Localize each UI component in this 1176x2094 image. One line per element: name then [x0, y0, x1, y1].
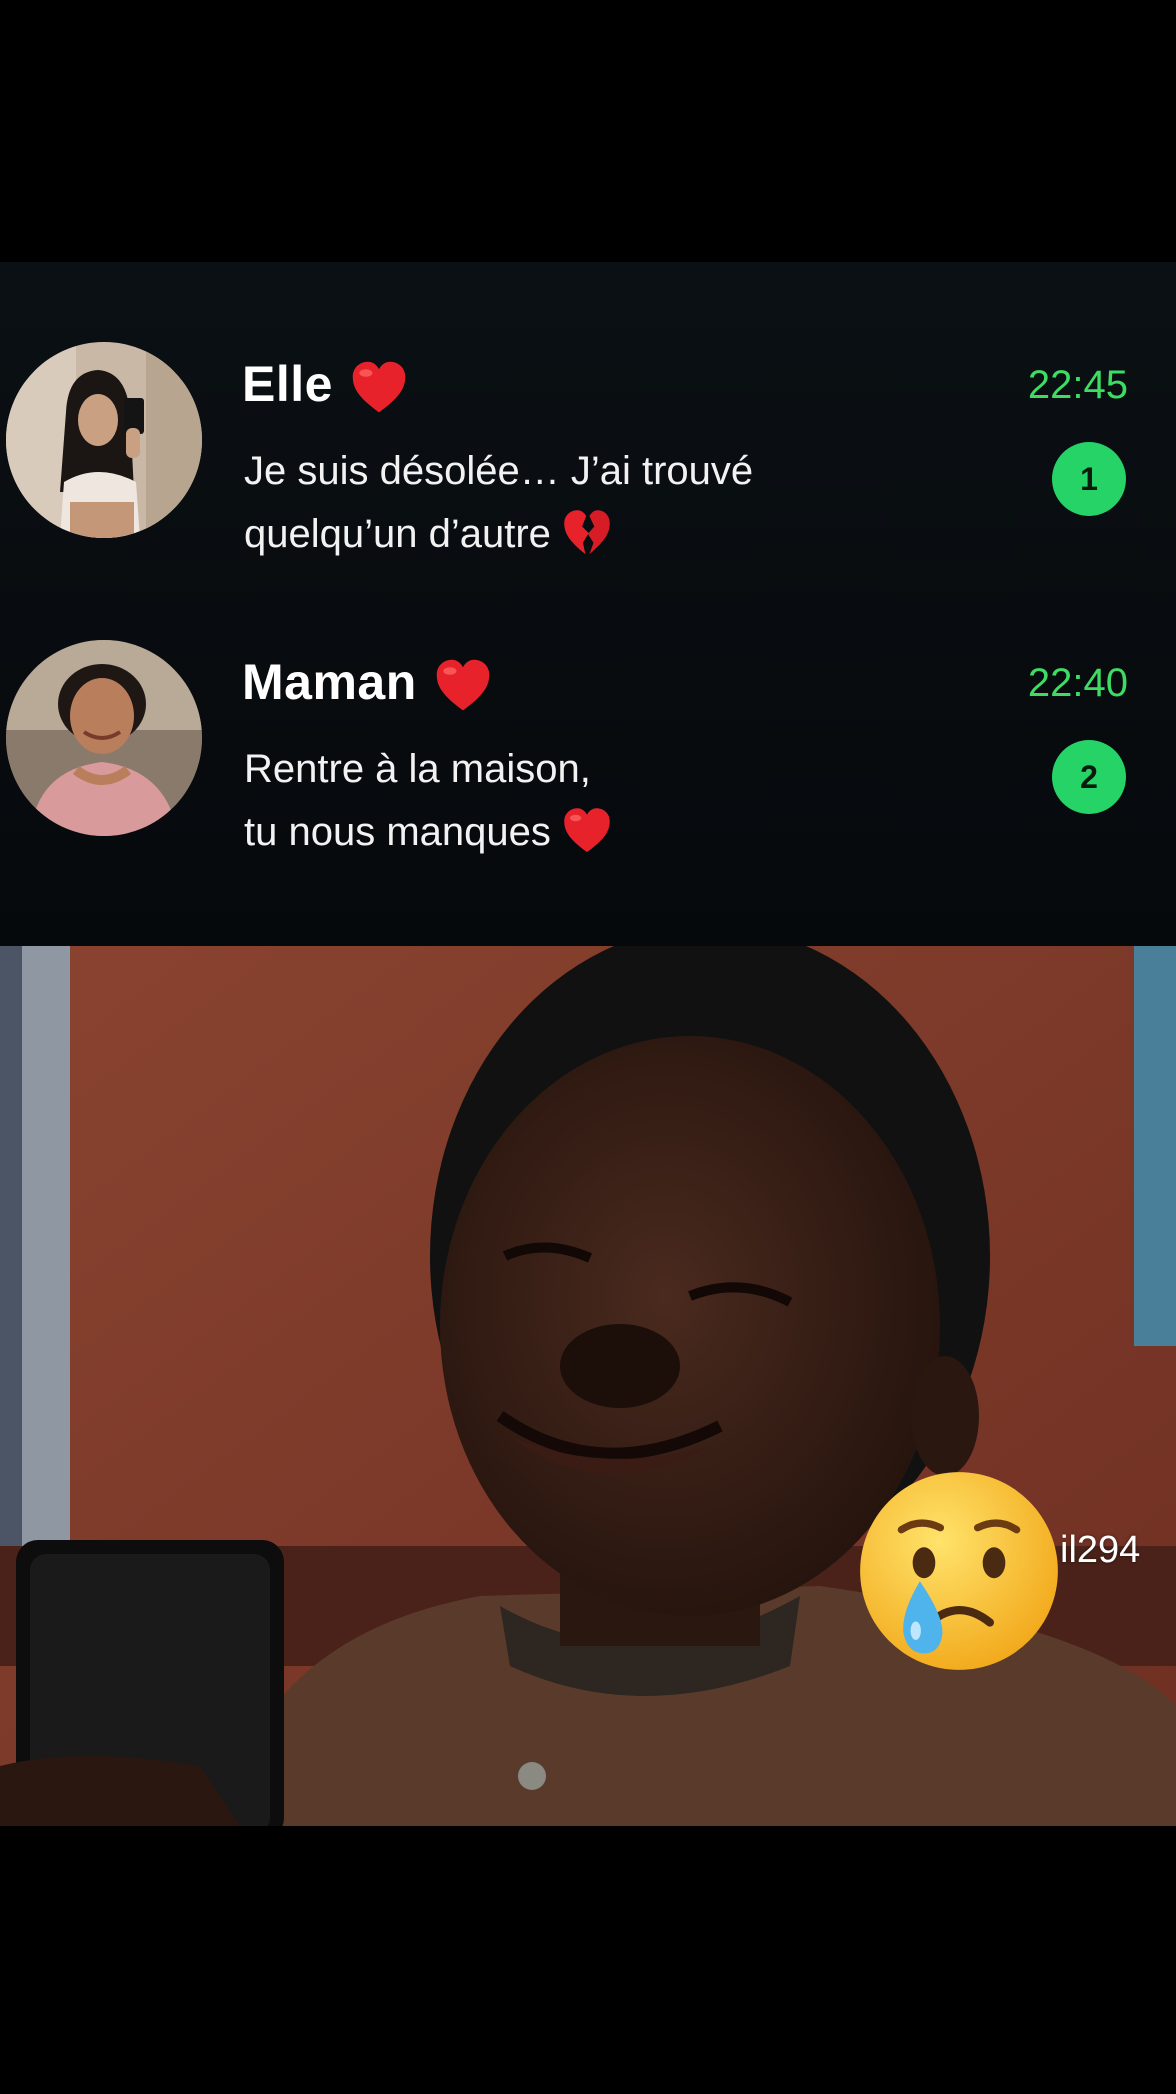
crying-face-icon [860, 1472, 1058, 1670]
unread-count-badge: 2 [1052, 740, 1126, 814]
unread-count-badge: 1 [1052, 442, 1126, 516]
contact-name: Elle [242, 354, 409, 418]
message-line: tu nous manques [244, 801, 884, 864]
message-line: Rentre à la maison, [244, 747, 591, 791]
message-line: quelqu’un d’autre [244, 503, 884, 566]
red-heart-icon [564, 808, 610, 853]
chat-list-item-elle[interactable]: Elle Je suis désolée… J’ai trouvé quelqu… [0, 342, 1176, 602]
bottom-black-band [0, 1826, 1176, 2094]
message-preview: Rentre à la maison, tu nous manques [244, 738, 884, 864]
broken-heart-icon [564, 510, 610, 555]
reaction-photo [0, 946, 1176, 1826]
red-heart-icon [352, 361, 406, 413]
message-time: 22:40 [1027, 661, 1128, 705]
chat-list: Elle Je suis désolée… J’ai trouvé quelqu… [0, 262, 1176, 946]
red-heart-icon [436, 659, 490, 711]
avatar[interactable] [6, 640, 202, 836]
contact-name: Maman [242, 652, 493, 716]
chat-list-item-maman[interactable]: Maman Rentre à la maison, tu nous manque… [0, 640, 1176, 900]
message-line: Je suis désolée… J’ai trouvé [244, 449, 754, 493]
message-preview: Je suis désolée… J’ai trouvé quelqu’un d… [244, 440, 884, 566]
message-time: 22:45 [1027, 363, 1128, 407]
top-black-band [0, 0, 1176, 262]
watermark: il294 [1060, 1529, 1141, 1571]
avatar[interactable] [6, 342, 202, 538]
